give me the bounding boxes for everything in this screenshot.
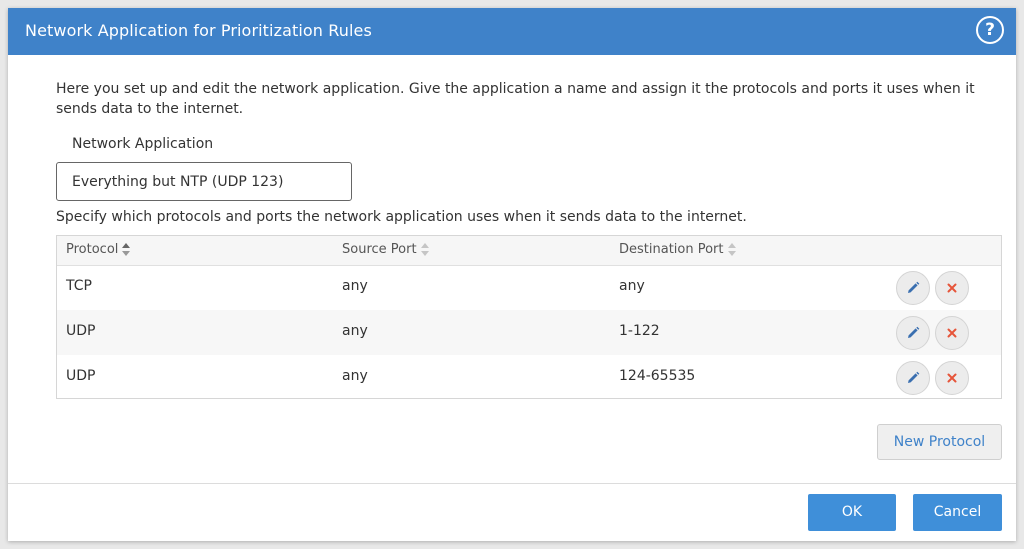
- column-header-protocol[interactable]: Protocol: [66, 242, 131, 257]
- table-row: UDP any 124-65535: [57, 355, 1001, 400]
- pencil-icon: [908, 371, 920, 383]
- column-header-label: Destination Port: [619, 242, 724, 257]
- dialog-titlebar: Network Application for Prioritization R…: [8, 8, 1016, 55]
- delete-button[interactable]: [935, 316, 969, 350]
- table-row: TCP any any: [57, 265, 1001, 310]
- new-protocol-button[interactable]: New Protocol: [877, 424, 1002, 460]
- protocols-description: Specify which protocols and ports the ne…: [56, 209, 747, 225]
- sort-arrows-icon: [420, 242, 429, 257]
- cell-source-port: any: [342, 368, 368, 384]
- network-application-input[interactable]: [56, 162, 352, 201]
- footer-divider: [8, 483, 1016, 484]
- column-header-source-port[interactable]: Source Port: [342, 242, 429, 257]
- cell-protocol: UDP: [66, 368, 96, 384]
- cell-source-port: any: [342, 323, 368, 339]
- table-header: Protocol Source Port Destination Port: [57, 236, 1001, 266]
- dialog-title: Network Application for Prioritization R…: [25, 21, 372, 40]
- help-icon[interactable]: ?: [976, 16, 1004, 44]
- close-icon: [947, 283, 957, 293]
- sort-arrows-icon: [122, 242, 131, 257]
- intro-text: Here you set up and edit the network app…: [56, 81, 975, 117]
- network-application-label: Network Application: [72, 136, 214, 152]
- close-icon: [947, 328, 957, 338]
- cell-destination-port: 124-65535: [619, 368, 696, 384]
- column-header-destination-port[interactable]: Destination Port: [619, 242, 736, 257]
- edit-button[interactable]: [896, 271, 930, 305]
- pencil-icon: [908, 281, 920, 293]
- protocols-table: Protocol Source Port Destination Port TC…: [56, 235, 1002, 399]
- column-header-label: Source Port: [342, 242, 417, 257]
- ok-button[interactable]: OK: [808, 494, 896, 531]
- edit-button[interactable]: [896, 316, 930, 350]
- delete-button[interactable]: [935, 361, 969, 395]
- cell-protocol: UDP: [66, 323, 96, 339]
- edit-button[interactable]: [896, 361, 930, 395]
- cell-source-port: any: [342, 278, 368, 294]
- close-icon: [947, 373, 957, 383]
- sort-arrows-icon: [727, 242, 736, 257]
- dialog: Network Application for Prioritization R…: [8, 8, 1016, 541]
- delete-button[interactable]: [935, 271, 969, 305]
- cell-destination-port: any: [619, 278, 645, 294]
- table-row: UDP any 1-122: [57, 310, 1001, 355]
- pencil-icon: [908, 326, 920, 338]
- column-header-label: Protocol: [66, 242, 119, 257]
- cell-protocol: TCP: [66, 278, 92, 294]
- cancel-button[interactable]: Cancel: [913, 494, 1002, 531]
- cell-destination-port: 1-122: [619, 323, 660, 339]
